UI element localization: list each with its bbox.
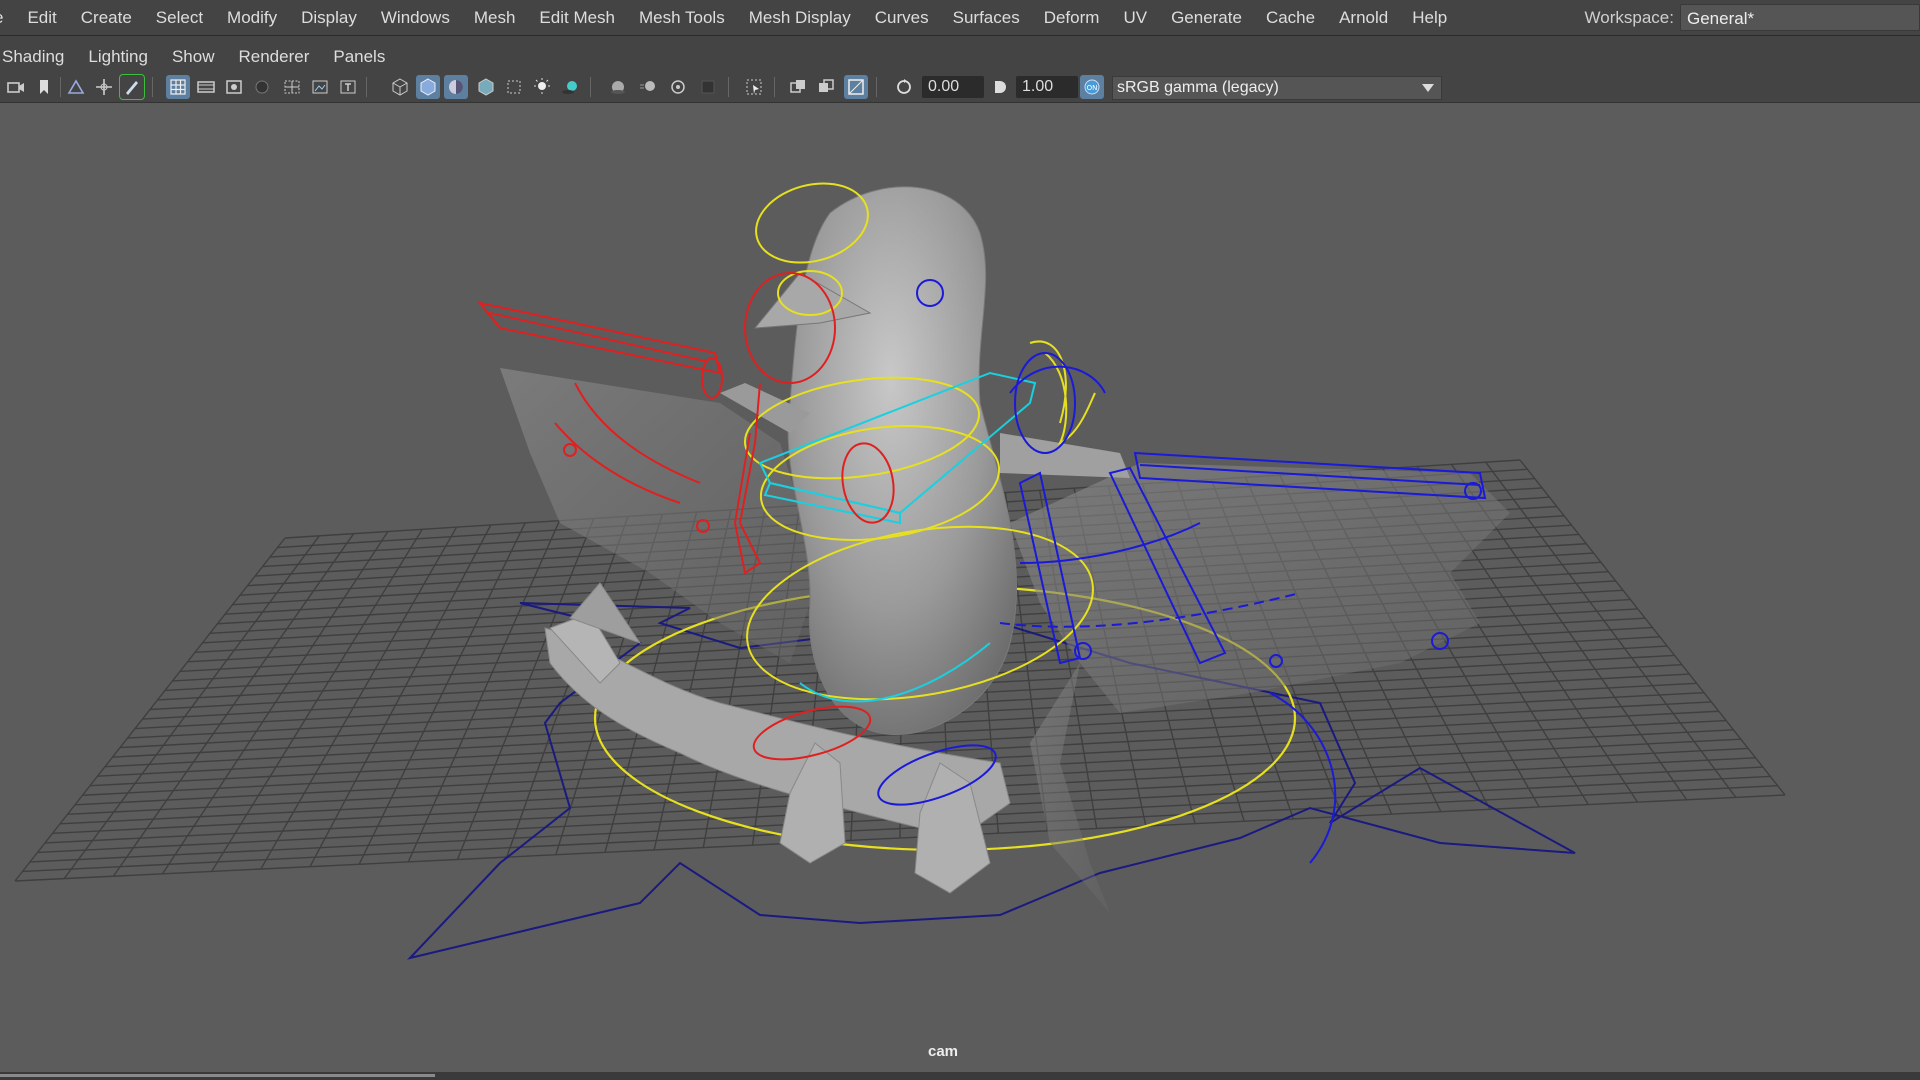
ambient-occlusion-icon[interactable] bbox=[606, 75, 630, 99]
main-menu-bar: e Edit Create Select Modify Display Wind… bbox=[0, 0, 1920, 36]
anti-aliasing-icon[interactable] bbox=[666, 75, 690, 99]
menu-surfaces[interactable]: Surfaces bbox=[941, 0, 1032, 35]
panel-menu-bar: Shading Lighting Show Renderer Panels bbox=[0, 44, 1920, 70]
panel-menu-panels[interactable]: Panels bbox=[321, 44, 397, 70]
depth-of-field-icon[interactable] bbox=[696, 75, 720, 99]
viewport-scene bbox=[14, 182, 1786, 960]
safe-title-icon[interactable] bbox=[336, 75, 360, 99]
menu-modify[interactable]: Modify bbox=[215, 0, 289, 35]
menu-mesh-tools[interactable]: Mesh Tools bbox=[627, 0, 737, 35]
panel-menu-shading[interactable]: Shading bbox=[0, 44, 76, 70]
menu-create[interactable]: Create bbox=[69, 0, 144, 35]
field-chart-icon[interactable] bbox=[280, 75, 304, 99]
menu-edit-mesh[interactable]: Edit Mesh bbox=[527, 0, 627, 35]
resolution-gate-icon[interactable] bbox=[222, 75, 246, 99]
exposure-field[interactable]: 0.00 bbox=[922, 76, 984, 98]
workspace-dropdown[interactable]: General* bbox=[1680, 4, 1920, 31]
menu-cache[interactable]: Cache bbox=[1254, 0, 1327, 35]
view-transform-dropdown[interactable]: sRGB gamma (legacy) bbox=[1112, 76, 1442, 100]
textured-icon[interactable] bbox=[474, 75, 498, 99]
gamma-field[interactable]: 1.00 bbox=[1016, 76, 1078, 98]
gamma-reset-icon[interactable] bbox=[988, 75, 1012, 99]
menu-mesh[interactable]: Mesh bbox=[462, 0, 528, 35]
smooth-shade-icon[interactable] bbox=[416, 75, 440, 99]
film-gate-icon[interactable] bbox=[194, 75, 218, 99]
menu-mesh-display[interactable]: Mesh Display bbox=[737, 0, 863, 35]
menu-generate[interactable]: Generate bbox=[1159, 0, 1254, 35]
time-slider-range bbox=[0, 1074, 435, 1077]
menu-select[interactable]: Select bbox=[144, 0, 215, 35]
panel-menu-show[interactable]: Show bbox=[160, 44, 227, 70]
menu-display[interactable]: Display bbox=[289, 0, 369, 35]
menu-file[interactable]: e bbox=[0, 0, 15, 35]
2d-pan-zoom-icon[interactable] bbox=[92, 75, 116, 99]
menu-edit[interactable]: Edit bbox=[15, 0, 68, 35]
menu-windows[interactable]: Windows bbox=[369, 0, 462, 35]
color-management-toggle-icon[interactable]: ON bbox=[1080, 75, 1104, 99]
workspace-label: Workspace: bbox=[1584, 7, 1674, 27]
time-slider-strip[interactable] bbox=[0, 1072, 1920, 1080]
view-transform-label: sRGB gamma (legacy) bbox=[1117, 79, 1279, 96]
camera-select-icon[interactable] bbox=[4, 75, 28, 99]
menu-uv[interactable]: UV bbox=[1111, 0, 1159, 35]
panel-menu-renderer[interactable]: Renderer bbox=[226, 44, 321, 70]
workspace-selector: Workspace: General* bbox=[1585, 0, 1920, 35]
chevron-down-icon bbox=[1415, 77, 1441, 99]
menu-arnold[interactable]: Arnold bbox=[1327, 0, 1400, 35]
exposure-reset-icon[interactable] bbox=[892, 75, 916, 99]
menu-deform[interactable]: Deform bbox=[1032, 0, 1112, 35]
grease-pencil-icon[interactable] bbox=[119, 74, 145, 100]
menu-curves[interactable]: Curves bbox=[863, 0, 941, 35]
gate-mask-icon[interactable] bbox=[250, 75, 274, 99]
maya-window: e Edit Create Select Modify Display Wind… bbox=[0, 0, 1920, 1080]
shadows-icon[interactable] bbox=[558, 75, 582, 99]
xray-icon[interactable] bbox=[502, 75, 526, 99]
motion-blur-icon[interactable] bbox=[636, 75, 660, 99]
xray-active-icon[interactable] bbox=[814, 75, 838, 99]
camera-name-label: cam bbox=[928, 1043, 959, 1060]
lights-icon[interactable] bbox=[530, 75, 554, 99]
wireframe-icon[interactable] bbox=[388, 75, 412, 99]
panel-toolbar: 0.00 1.00 ON sRGB gamma (legacy) bbox=[0, 72, 1920, 103]
grid-toggle-icon[interactable] bbox=[166, 75, 190, 99]
backface-culling-icon[interactable] bbox=[844, 75, 868, 99]
image-plane-icon[interactable] bbox=[64, 75, 88, 99]
svg-text:ON: ON bbox=[1087, 84, 1098, 92]
default-material-icon[interactable] bbox=[444, 75, 468, 99]
xray-joints-icon[interactable] bbox=[786, 75, 810, 99]
3d-viewport[interactable]: cam bbox=[0, 103, 1920, 1080]
bookmark-icon[interactable] bbox=[32, 75, 56, 99]
panel-menu-lighting[interactable]: Lighting bbox=[76, 44, 160, 70]
safe-action-icon[interactable] bbox=[308, 75, 332, 99]
isolate-select-icon[interactable] bbox=[742, 75, 766, 99]
menu-help[interactable]: Help bbox=[1400, 0, 1459, 35]
